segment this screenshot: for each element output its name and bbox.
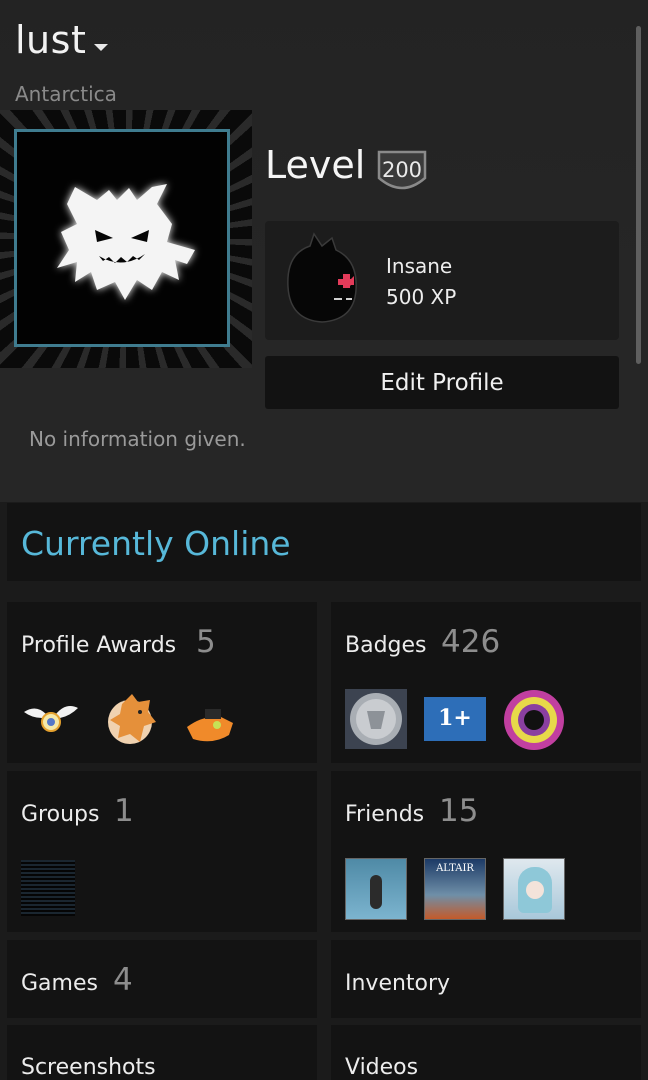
videos-label: Videos — [345, 1055, 419, 1080]
level-badge: 200 — [375, 148, 429, 196]
xp-badge-xp: 500 XP — [386, 285, 457, 309]
badges-label: Badges — [345, 633, 427, 658]
games-count: 4 — [113, 962, 133, 998]
friend-avatar-1[interactable] — [345, 858, 407, 920]
orange-dragon-icon[interactable] — [104, 690, 160, 748]
games-label: Games — [21, 971, 98, 996]
orange-creature-icon[interactable] — [183, 705, 237, 747]
friend-avatar-2[interactable]: ALTAIR — [424, 858, 486, 920]
winged-eye-icon[interactable] — [22, 698, 80, 738]
profile-awards-card[interactable] — [7, 602, 317, 763]
online-status: Currently Online — [21, 524, 291, 563]
ghost-avatar-icon — [57, 184, 195, 300]
friend-avatar-3[interactable] — [503, 858, 565, 920]
screenshots-label: Screenshots — [21, 1055, 156, 1080]
friends-count: 15 — [439, 793, 479, 829]
groups-label: Groups — [21, 802, 100, 827]
coin-badge-icon[interactable] — [345, 689, 407, 749]
location: Antarctica — [15, 82, 117, 106]
badges-count: 426 — [441, 624, 501, 660]
profile-summary: No information given. — [29, 427, 246, 451]
xp-badge-name: Insane — [386, 254, 453, 278]
profile-awards-count: 5 — [196, 624, 216, 660]
one-plus-badge[interactable]: 1+ — [424, 697, 486, 741]
level-value: 200 — [381, 158, 423, 182]
friends-label: Friends — [345, 802, 425, 827]
friend-avatar-2-title: ALTAIR — [436, 863, 474, 874]
one-plus-label: 1+ — [438, 705, 472, 731]
groups-count: 1 — [114, 793, 134, 829]
edit-profile-button[interactable]: Edit Profile — [265, 356, 619, 409]
group-avatar[interactable] — [21, 860, 75, 916]
username[interactable]: lust — [15, 18, 86, 62]
xp-creature-icon — [287, 232, 357, 323]
inventory-label: Inventory — [345, 971, 451, 996]
dropdown-caret-icon[interactable] — [94, 44, 108, 51]
mandala-badge-icon[interactable] — [503, 689, 565, 751]
profile-awards-label: Profile Awards — [21, 633, 177, 658]
level-label: Level — [265, 143, 366, 187]
avatar[interactable] — [14, 129, 230, 347]
scrollbar[interactable] — [636, 26, 641, 364]
